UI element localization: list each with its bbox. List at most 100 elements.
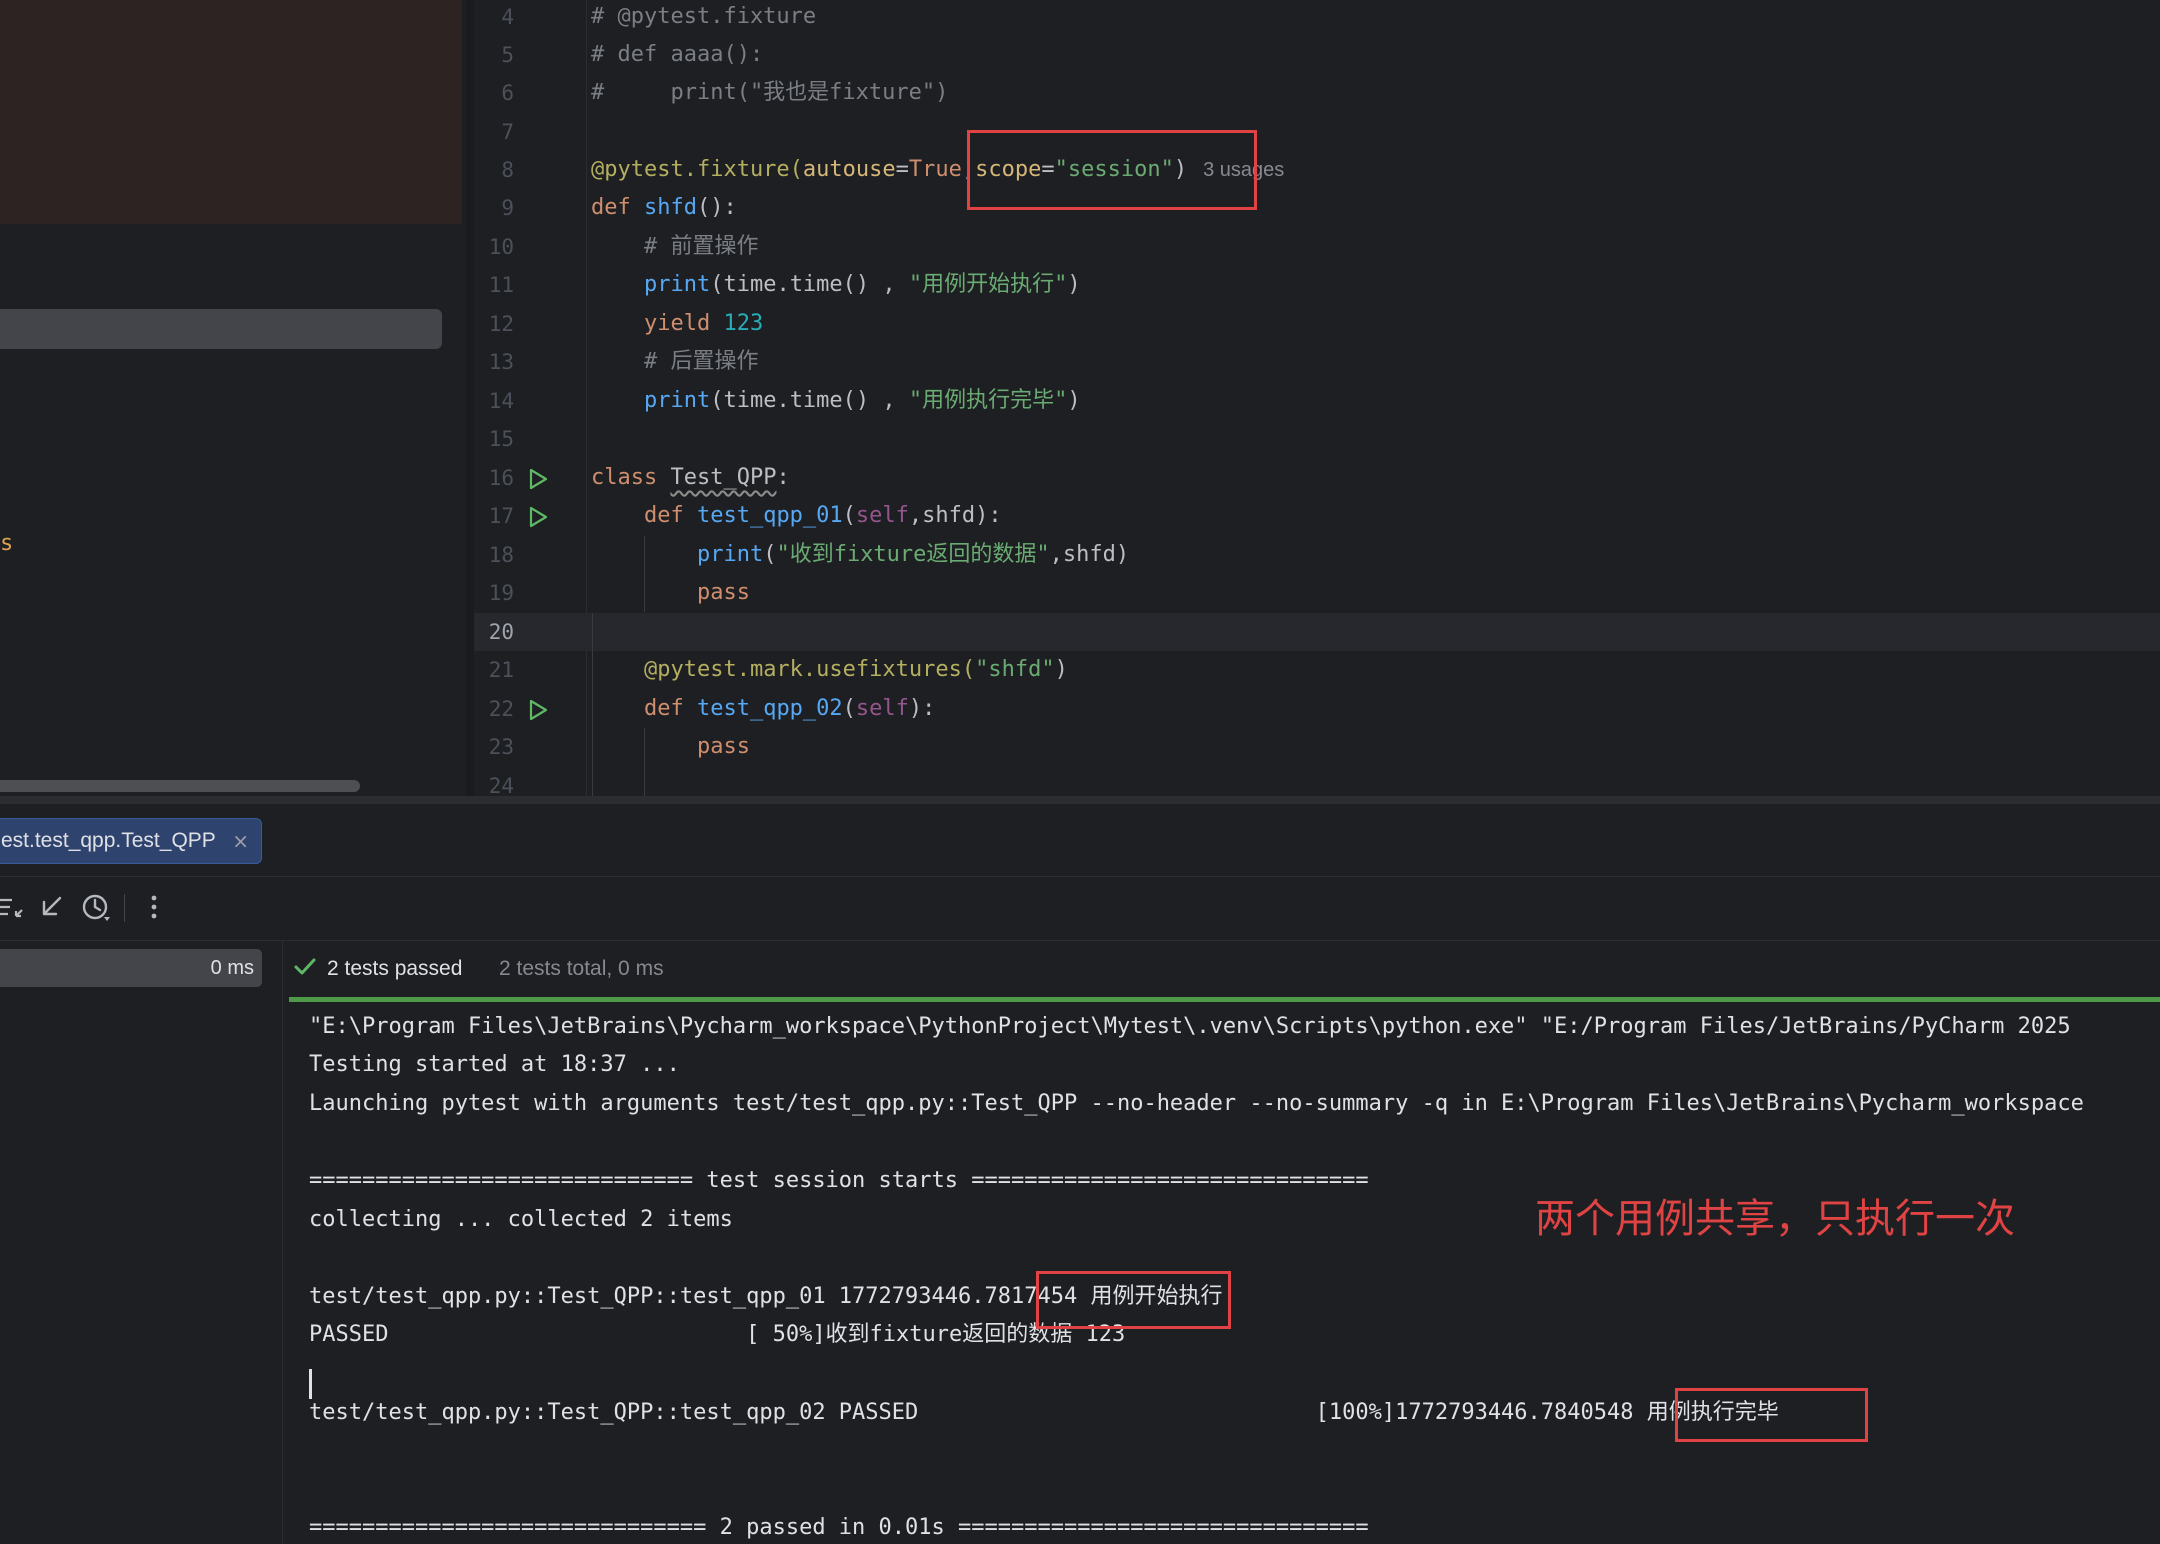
run-tabbar: est.test_qpp.Test_QPP × xyxy=(0,804,2160,877)
sort-icon[interactable] xyxy=(0,890,32,924)
highlight-box-scope xyxy=(967,130,1257,210)
code-text: # @pytest.fixture xyxy=(591,4,817,29)
code-line: 16 class Test_QPP: xyxy=(474,459,2160,497)
code-line: 14 print(time.time() , "用例执行完毕") xyxy=(474,382,2160,420)
line-number: 4 xyxy=(501,5,514,29)
code-line: 4 # @pytest.fixture xyxy=(474,0,2160,36)
indent-guide xyxy=(644,536,645,612)
test-tree-root-row[interactable]: 0 ms xyxy=(0,949,262,987)
code-text: print(time.time() , "用例执行完毕") xyxy=(643,388,1081,413)
run-tab-label: est.test_qpp.Test_QPP xyxy=(1,829,216,852)
code-text: # 后置操作 xyxy=(591,349,759,374)
line-number: 17 xyxy=(488,504,514,528)
code-line: 11 print(time.time() , "用例开始执行") xyxy=(474,266,2160,304)
more-options-icon[interactable] xyxy=(140,890,172,924)
code-text: def shfd(): xyxy=(591,195,737,220)
indent-guide xyxy=(644,728,645,796)
line-number: 15 xyxy=(488,427,514,451)
line-number: 10 xyxy=(488,235,514,259)
annotation-text: 两个用例共享，只执行一次 xyxy=(1535,1196,2015,1242)
console-output[interactable]: 2 tests passed 2 tests total, 0 ms "E:\P… xyxy=(283,941,2160,1544)
code-line: 24 xyxy=(474,767,2160,796)
code-line: 5 # def aaaa(): xyxy=(474,36,2160,74)
console-line: test/test_qpp.py::Test_QPP::test_qpp_02 … xyxy=(309,1400,1779,1425)
code-text: def test_qpp_02(self): xyxy=(643,696,936,721)
project-panel-header-area xyxy=(0,0,462,224)
code-editor[interactable]: 4 # @pytest.fixture 5 # def aaaa(): 6 # … xyxy=(474,0,2160,796)
highlight-box-start xyxy=(1036,1271,1231,1329)
console-line: Testing started at 18:37 ... xyxy=(309,1052,680,1077)
project-tree-selected-row[interactable] xyxy=(0,309,442,349)
console-line: "E:\Program Files\JetBrains\Pycharm_work… xyxy=(309,1014,2071,1039)
line-number: 13 xyxy=(488,350,514,374)
code-line: 12 yield 123 xyxy=(474,305,2160,343)
test-tree-panel: 0 ms xyxy=(0,941,283,1544)
run-config-tab[interactable]: est.test_qpp.Test_QPP × xyxy=(0,818,262,864)
toolbar-separator xyxy=(124,894,125,922)
code-line: 7 xyxy=(474,113,2160,151)
line-number: 5 xyxy=(501,43,514,67)
project-panel-scrollbar[interactable] xyxy=(0,780,360,792)
line-number: 19 xyxy=(488,581,514,605)
code-line: 22 def test_qpp_02(self): xyxy=(474,690,2160,728)
line-number: 12 xyxy=(488,312,514,336)
code-line: 10 # 前置操作 xyxy=(474,228,2160,266)
line-number: 8 xyxy=(501,158,514,182)
code-line: 23 pass xyxy=(474,728,2160,766)
line-number: 11 xyxy=(488,273,514,297)
code-text: class Test_QPP: xyxy=(591,465,790,490)
code-text: pass xyxy=(696,580,750,605)
line-number: 18 xyxy=(488,543,514,567)
run-toolbar xyxy=(0,876,2160,941)
line-number: 9 xyxy=(501,196,514,220)
code-text: def test_qpp_01(self,shfd): xyxy=(643,503,1002,528)
panel-divider[interactable] xyxy=(466,0,474,796)
import-tests-icon[interactable] xyxy=(36,890,68,924)
line-number: 16 xyxy=(488,466,514,490)
code-line: 9 def shfd(): xyxy=(474,189,2160,227)
console-line: PASSED [ 50%]收到fixture返回的数据 123 xyxy=(309,1322,1126,1347)
console-line: collecting ... collected 2 items xyxy=(309,1207,733,1232)
code-line: 8 @pytest.fixture(autouse=True,scope="se… xyxy=(474,151,2160,189)
code-line: 19 pass xyxy=(474,574,2160,612)
code-line-current: 20 xyxy=(474,613,2160,651)
line-number: 21 xyxy=(488,658,514,682)
panel-splitter[interactable] xyxy=(0,796,2160,804)
line-number: 14 xyxy=(488,389,514,413)
console-line: ============================== 2 passed … xyxy=(309,1515,1369,1540)
close-icon[interactable]: × xyxy=(232,819,249,863)
run-test-icon[interactable] xyxy=(526,698,550,722)
code-text: @pytest.mark.usefixtures("shfd") xyxy=(643,657,1068,682)
code-line: 6 # print("我也是fixture") xyxy=(474,74,2160,112)
history-icon[interactable] xyxy=(80,890,112,924)
line-number: 20 xyxy=(488,620,514,644)
project-panel: s xyxy=(0,0,466,796)
code-text: # 前置操作 xyxy=(591,234,759,259)
code-text: # def aaaa(): xyxy=(591,42,764,67)
line-number: 23 xyxy=(488,735,514,759)
ide-window: s 4 # @pytest.fixture 5 # def aaaa(): 6 … xyxy=(0,0,2160,1544)
console-line: Launching pytest with arguments test/tes… xyxy=(309,1091,2084,1116)
line-number: 7 xyxy=(501,120,514,144)
tests-total-label: 2 tests total, 0 ms xyxy=(499,957,664,980)
code-line: 17 def test_qpp_01(self,shfd): xyxy=(474,497,2160,535)
line-number: 22 xyxy=(488,697,514,721)
highlight-box-end xyxy=(1675,1388,1868,1442)
code-text: print(time.time() , "用例开始执行") xyxy=(643,272,1081,297)
code-line: 18 print("收到fixture返回的数据",shfd) xyxy=(474,536,2160,574)
code-text: pass xyxy=(696,734,750,759)
text-cursor xyxy=(309,1369,312,1399)
line-number: 6 xyxy=(501,81,514,105)
run-class-icon[interactable] xyxy=(526,467,550,491)
indent-guide xyxy=(592,613,593,796)
code-line: 21 @pytest.mark.usefixtures("shfd") xyxy=(474,651,2160,689)
code-line: 15 xyxy=(474,420,2160,458)
run-test-icon[interactable] xyxy=(526,505,550,529)
project-tree-marker: s xyxy=(0,531,14,556)
run-tool-window: est.test_qpp.Test_QPP × 0 ms 2 tests pas… xyxy=(0,804,2160,1544)
test-progress-bar xyxy=(289,997,2160,1002)
code-line: 13 # 后置操作 xyxy=(474,343,2160,381)
tests-passed-label: 2 tests passed xyxy=(327,957,463,980)
check-icon xyxy=(294,958,316,975)
code-text: # print("我也是fixture") xyxy=(591,80,949,105)
